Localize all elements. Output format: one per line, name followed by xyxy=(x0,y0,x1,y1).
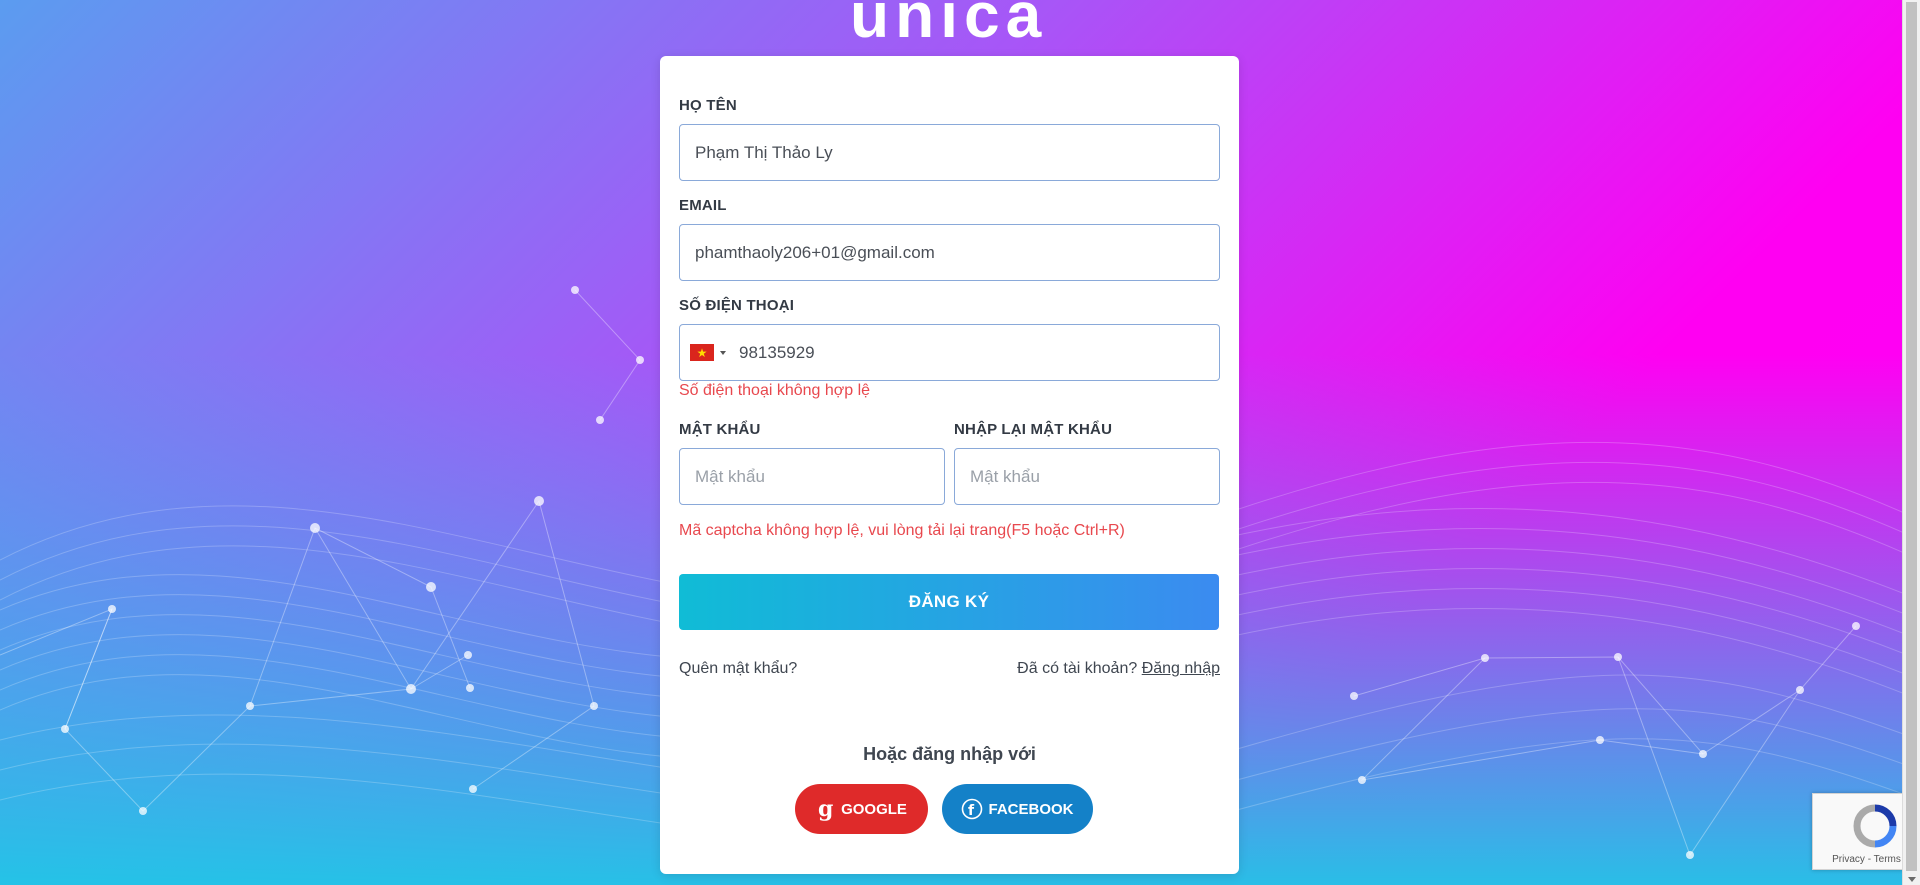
name-value: Phạm Thị Thảo Ly xyxy=(695,142,833,162)
page-scrollbar[interactable] xyxy=(1902,0,1920,885)
have-account-text: Đã có tài khoản? xyxy=(1017,660,1138,677)
svg-text:f: f xyxy=(968,803,975,819)
phone-field[interactable]: ★ 98135929 xyxy=(679,324,1220,381)
name-label: HỌ TÊN xyxy=(679,97,737,114)
login-prompt: Đã có tài khoản? Đăng nhập xyxy=(1017,660,1220,678)
google-login-button[interactable]: g GOOGLE xyxy=(795,784,928,834)
chevron-down-icon xyxy=(720,350,726,355)
login-link[interactable]: Đăng nhập xyxy=(1142,660,1220,677)
password-label: MẬT KHẨU xyxy=(679,421,761,438)
social-login-heading: Hoặc đăng nhập với xyxy=(863,744,1036,764)
phone-value: 98135929 xyxy=(739,342,815,362)
signup-page: unica HỌ TÊN Phạm Thị Thảo Ly EMAIL pham… xyxy=(0,0,1920,885)
unica-logo[interactable]: unica xyxy=(850,0,1047,52)
register-button[interactable]: ĐĂNG KÝ xyxy=(679,574,1219,630)
phone-error: Số điện thoại không hợp lệ xyxy=(679,382,871,399)
signup-form-card: HỌ TÊN Phạm Thị Thảo Ly EMAIL phamthaoly… xyxy=(660,56,1239,874)
svg-text:g: g xyxy=(818,797,833,821)
password-placeholder: Mật khẩu xyxy=(695,466,765,486)
recaptcha-icon xyxy=(1851,802,1899,855)
forgot-password-link[interactable]: Quên mật khẩu? xyxy=(679,660,797,678)
facebook-label: FACEBOOK xyxy=(988,800,1074,818)
scroll-down-arrow-icon[interactable] xyxy=(1908,877,1916,882)
google-icon: g xyxy=(816,797,836,821)
facebook-icon: f xyxy=(961,798,983,820)
country-code-dropdown[interactable]: ★ xyxy=(690,344,726,361)
google-label: GOOGLE xyxy=(841,800,907,818)
password-field[interactable]: Mật khẩu xyxy=(679,448,945,505)
confirm-password-placeholder: Mật khẩu xyxy=(970,466,1040,486)
facebook-login-button[interactable]: f FACEBOOK xyxy=(942,784,1093,834)
email-field[interactable]: phamthaoly206+01@gmail.com xyxy=(679,224,1220,281)
email-label: EMAIL xyxy=(679,197,727,214)
confirm-password-label: NHẬP LẠI MẬT KHẨU xyxy=(954,421,1113,438)
name-field[interactable]: Phạm Thị Thảo Ly xyxy=(679,124,1220,181)
vietnam-flag-icon: ★ xyxy=(690,344,714,361)
captcha-error: Mã captcha không hợp lệ, vui lòng tải lạ… xyxy=(679,522,1125,539)
phone-label: SỐ ĐIỆN THOẠI xyxy=(679,297,795,314)
email-value: phamthaoly206+01@gmail.com xyxy=(695,242,935,262)
scrollbar-thumb[interactable] xyxy=(1906,2,1917,871)
confirm-password-field[interactable]: Mật khẩu xyxy=(954,448,1220,505)
